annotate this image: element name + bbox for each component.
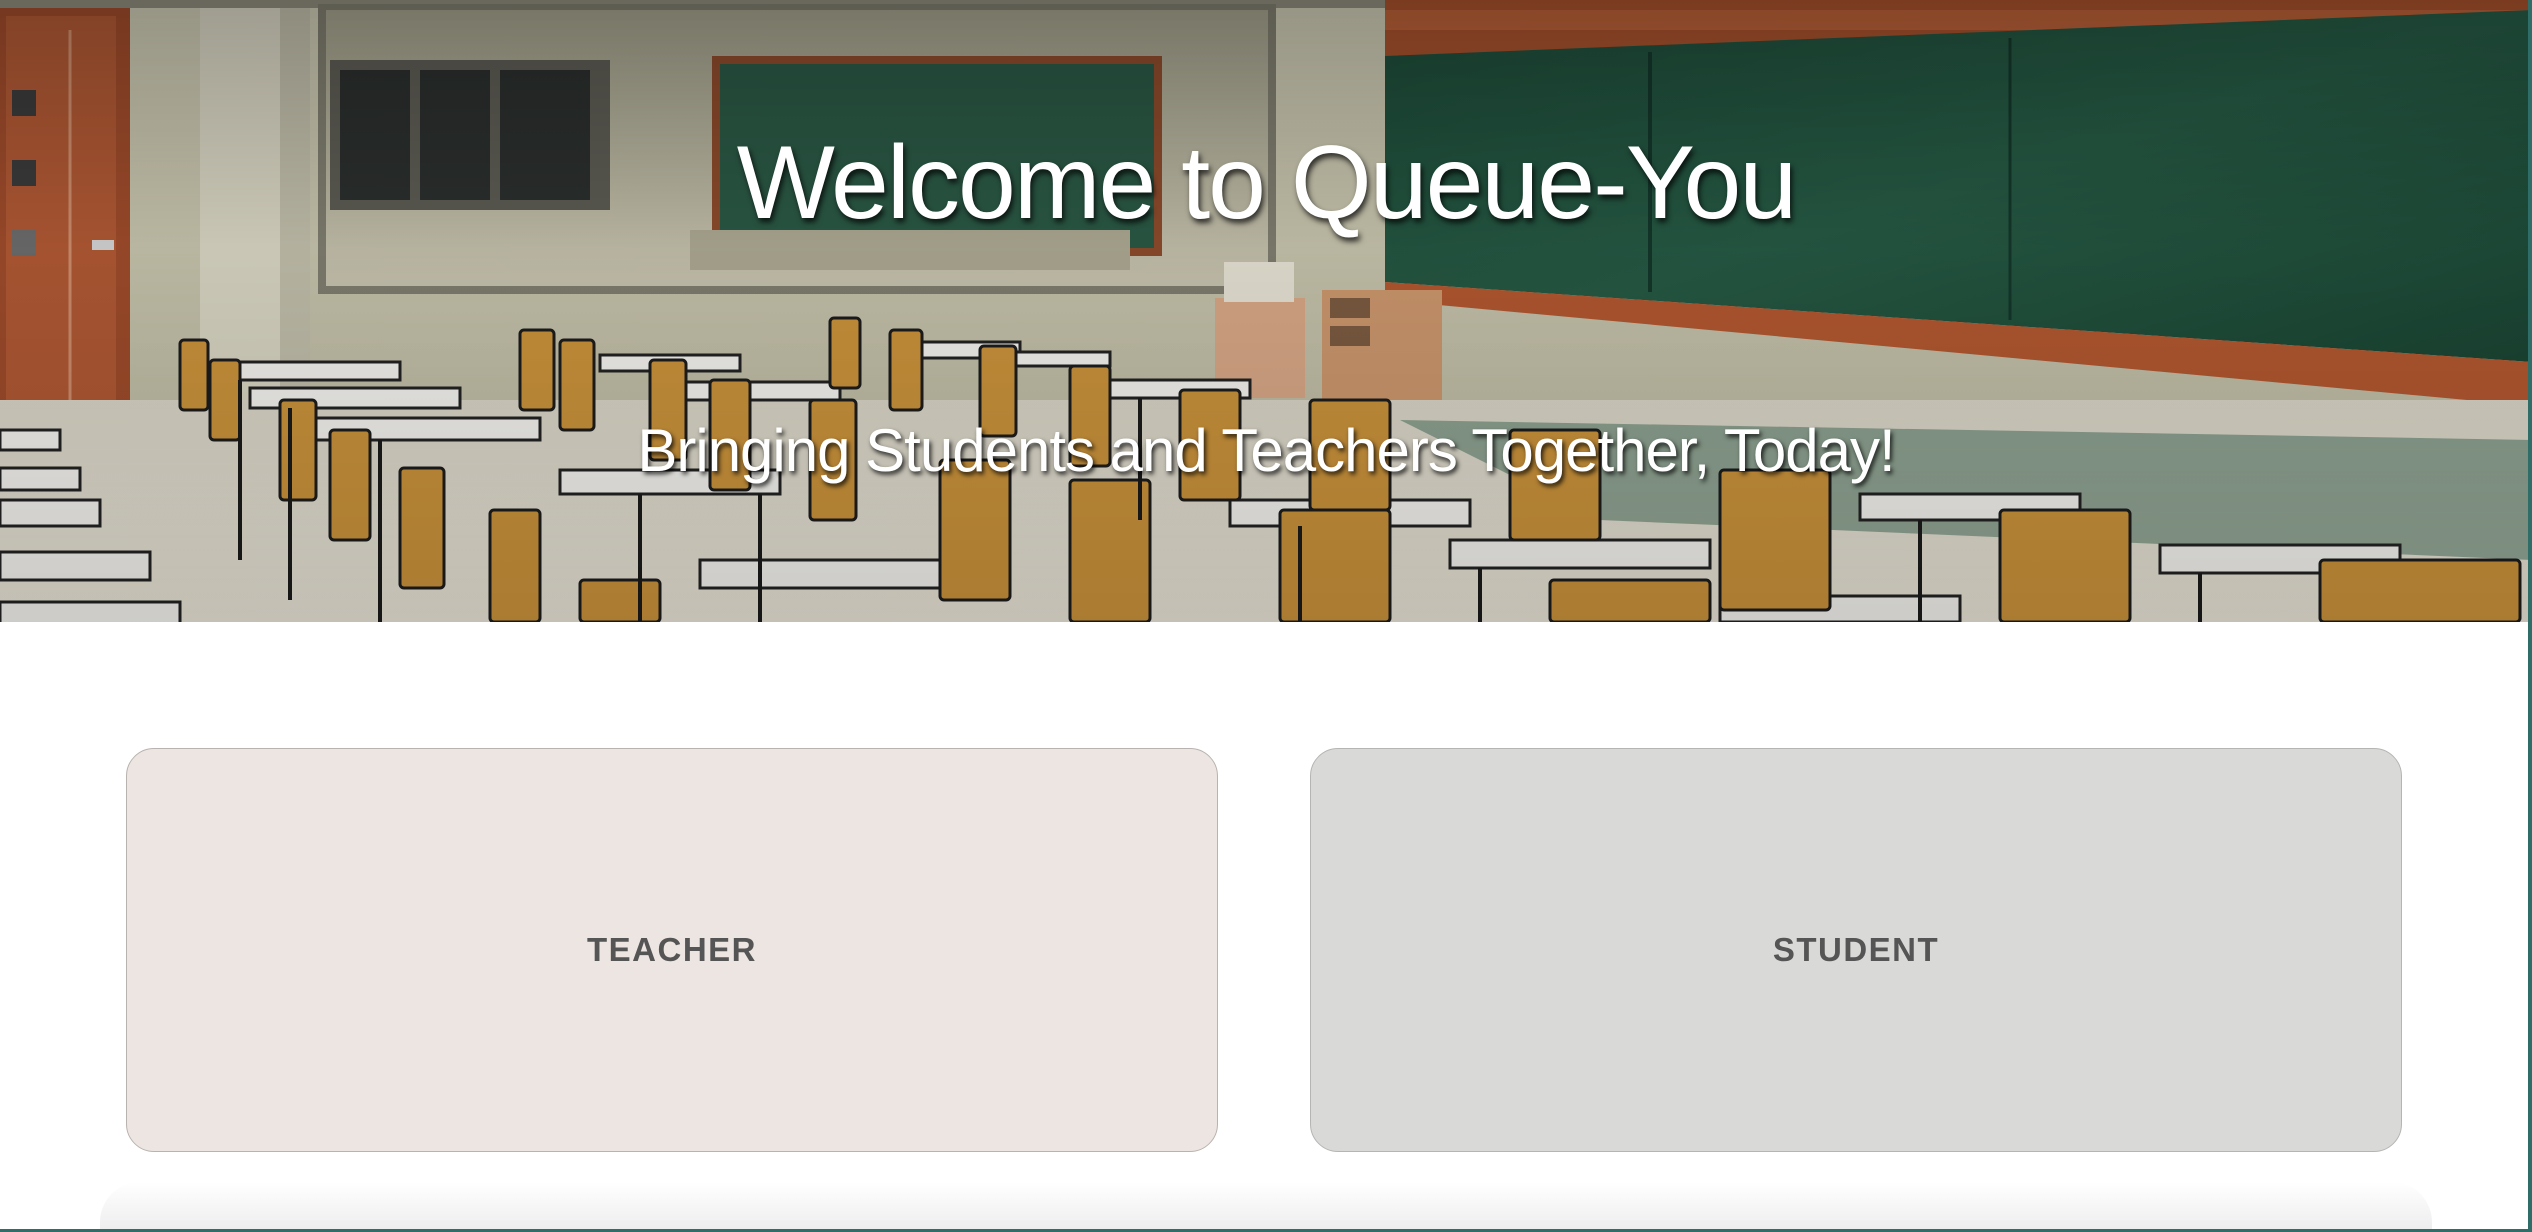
- teacher-button[interactable]: TEACHER: [126, 748, 1218, 1152]
- landing-page: Welcome to Queue-You Bringing Students a…: [0, 0, 2532, 1232]
- hero-banner: Welcome to Queue-You Bringing Students a…: [0, 0, 2532, 622]
- teacher-label: TEACHER: [586, 931, 757, 968]
- page-subtitle: Bringing Students and Teachers Together,…: [637, 417, 1895, 484]
- role-selection: TEACHER STUDENT: [0, 622, 2532, 1232]
- footer-shadow: [100, 1182, 2432, 1232]
- classroom-photo: [0, 0, 2532, 622]
- student-button[interactable]: STUDENT: [1310, 748, 2402, 1152]
- page-title: Welcome to Queue-You: [736, 125, 1797, 241]
- window-edge-right: [2528, 0, 2532, 1232]
- student-label: STUDENT: [1772, 931, 1940, 968]
